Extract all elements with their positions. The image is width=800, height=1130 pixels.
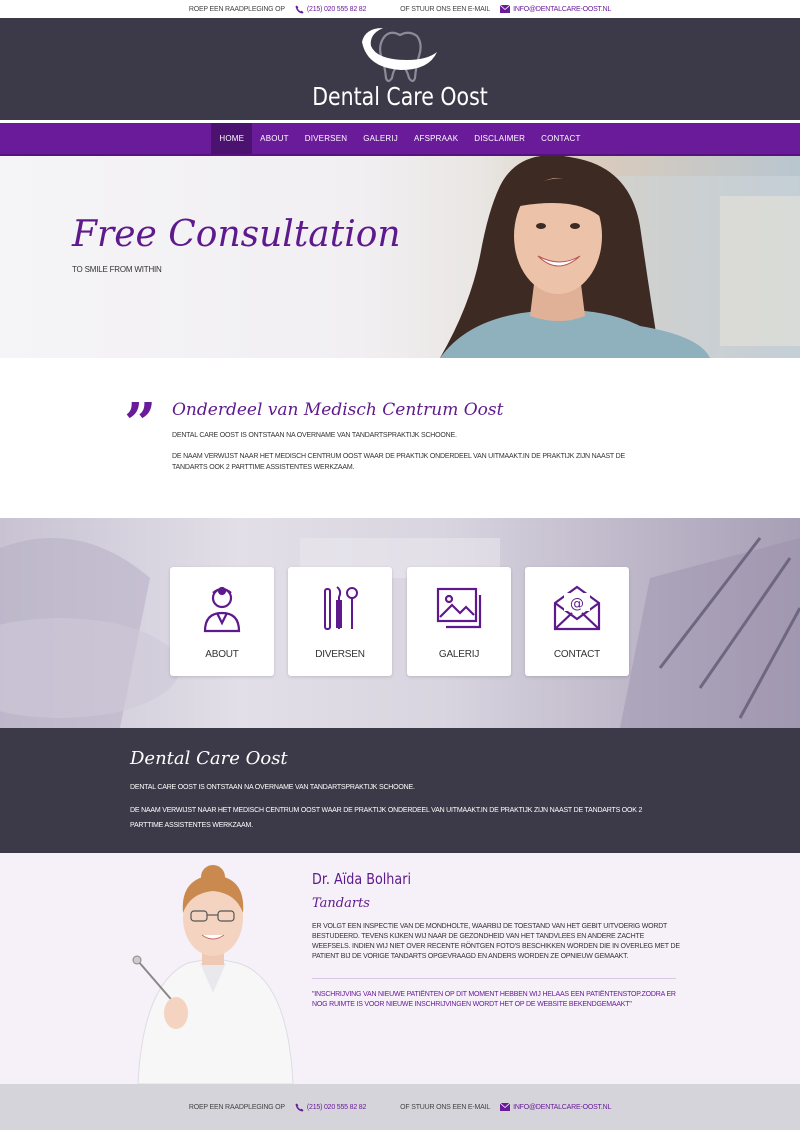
call-label: Roep een raadpleging op [188, 5, 285, 13]
feature-label-galerij: Galerij [438, 649, 480, 660]
envelope-icon: @ [553, 585, 601, 631]
features-band: About Diversen Galerij @ Contact [0, 518, 800, 728]
feature-card-about[interactable]: About [170, 567, 274, 676]
doctor-name: Dr. Aïda Bolhari [312, 870, 411, 888]
nav-about[interactable]: About [252, 123, 297, 154]
gallery-icon [436, 587, 482, 629]
phone-icon [295, 4, 304, 14]
footer-phone-number: (215) 020 555 82 82 [306, 1103, 367, 1111]
about-paragraph-2: De naam verwijst naar het Medisch Centru… [130, 807, 643, 829]
hero-subtitle: To smile from within [72, 265, 162, 274]
footer-email-address: info@dentalcare-oost.nl [513, 1103, 612, 1111]
nav-home[interactable]: Home [211, 123, 253, 154]
site-header: Dental Care Oost [0, 18, 800, 120]
nav-afspraak[interactable]: Afspraak [406, 123, 466, 154]
top-contact-bar: Roep een raadpleging op (215) 020 555 82… [0, 0, 800, 18]
mail-icon [500, 1103, 511, 1111]
about-title: Dental Care Oost [130, 748, 288, 769]
intro-paragraph-2: De naam verwijst naar het Medisch Centru… [172, 453, 625, 471]
feature-card-contact[interactable]: @ Contact [525, 567, 629, 676]
intro-title: Onderdeel van Medisch Centrum Oost [172, 400, 504, 420]
feature-card-diversen[interactable]: Diversen [288, 567, 392, 676]
feature-label-diversen: Diversen [315, 649, 365, 660]
doctor-divider [312, 978, 676, 979]
hero-banner: Free Consultation To smile from within [0, 156, 800, 358]
main-nav: Home About Diversen Galerij Afspraak Dis… [0, 123, 800, 156]
footer-call-label: Roep een raadpleging op [188, 1103, 285, 1111]
tooth-logo[interactable] [357, 26, 443, 86]
hero-woman-photo [440, 156, 800, 358]
phone-link[interactable]: (215) 020 555 82 82 [295, 4, 367, 14]
footer-phone-link[interactable]: (215) 020 555 82 82 [295, 1102, 367, 1112]
svg-text:@: @ [570, 596, 584, 612]
feature-label-about: About [205, 649, 239, 660]
nav-disclaimer[interactable]: Disclaimer [466, 123, 533, 154]
footer-contact-bar: Roep een raadpleging op (215) 020 555 82… [0, 1084, 800, 1130]
quote-mark-icon: ” [124, 391, 157, 457]
nav-diversen[interactable]: Diversen [297, 123, 356, 154]
intro-section: ” Onderdeel van Medisch Centrum Oost Den… [0, 358, 800, 518]
dental-tools-icon [324, 586, 358, 630]
footer-mail-label: of stuur ons een e-mail [400, 1103, 491, 1111]
doctor-role: Tandarts [312, 896, 370, 911]
dental-office-background [0, 537, 800, 728]
mail-icon [500, 5, 511, 13]
phone-icon [295, 1102, 304, 1112]
site-title[interactable]: Dental Care Oost [72, 82, 728, 111]
intro-paragraph-1: Dental Care Oost is ontstaan na overname… [172, 432, 457, 439]
email-address: info@dentalcare-oost.nl [513, 5, 612, 13]
about-paragraph-1: Dental Care Oost is ontstaan na overname… [130, 784, 415, 791]
hero-title: Free Consultation [72, 214, 401, 255]
doctor-section: Dr. Aïda Bolhari Tandarts Er volgt een i… [0, 853, 800, 1084]
about-section: Dental Care Oost Dental Care Oost is ont… [0, 728, 800, 853]
phone-number: (215) 020 555 82 82 [306, 5, 367, 13]
mail-label: of stuur ons een e-mail [400, 5, 491, 13]
nav-contact[interactable]: Contact [533, 123, 588, 154]
patient-stop-notice: "Inschrijving van nieuwe patiënten Op di… [312, 991, 676, 1008]
feature-label-contact: Contact [553, 649, 601, 660]
doctor-description: Er volgt een inspectie van de mondholte,… [312, 923, 680, 960]
dentist-icon [203, 586, 241, 633]
email-link[interactable]: info@dentalcare-oost.nl [500, 5, 611, 13]
footer-email-link[interactable]: info@dentalcare-oost.nl [500, 1103, 611, 1111]
feature-card-galerij[interactable]: Galerij [407, 567, 511, 676]
doctor-photo [132, 865, 294, 1084]
nav-galerij[interactable]: Galerij [355, 123, 406, 154]
